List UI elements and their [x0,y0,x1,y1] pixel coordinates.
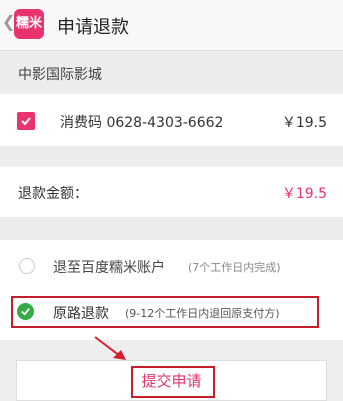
cinema-name: 中影国际影城 [18,67,102,83]
page-title: 申请退款 [57,17,129,38]
submit-highlight [131,366,215,398]
refund-amount-label: 退款金额： [18,186,88,202]
option-original-route-label[interactable]: 原路退款 [53,303,109,323]
logo-text: 糯米 [15,16,42,31]
nuomi-logo: 糯米 [14,9,44,39]
option-original-route-note: (9-12个工作日内退回原支付方) [125,307,280,320]
code-checkbox[interactable] [17,112,35,130]
checkmark-icon [21,117,31,126]
gap [0,217,343,239]
gap [0,146,343,166]
radio-original-route[interactable] [17,303,34,320]
consume-code: 消费码 0628-4303-6662 [60,115,224,131]
check-icon [21,308,30,316]
top-bar: ❮ 糯米 申请退款 [0,0,343,51]
code-price: ￥19.5 [281,115,327,131]
option-baidu-account-label[interactable]: 退至百度糯米账户 [53,257,165,277]
option-baidu-account-note: (7个工作日内完成) [188,261,281,274]
radio-baidu-account[interactable] [19,258,35,274]
refund-amount-value: ￥19.5 [281,186,327,202]
